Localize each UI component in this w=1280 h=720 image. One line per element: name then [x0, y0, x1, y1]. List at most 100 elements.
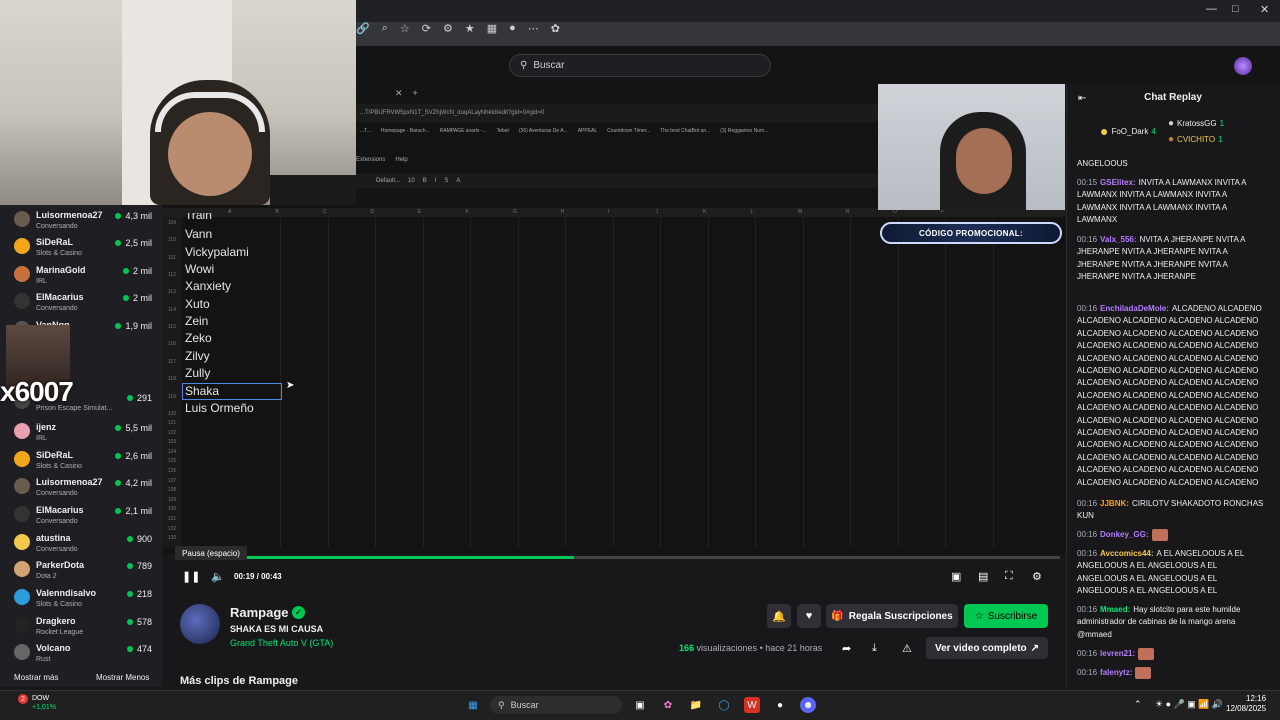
- folder-icon[interactable]: 📁: [688, 697, 704, 713]
- chat-username[interactable]: Avccomics44:: [1100, 549, 1154, 558]
- row-number[interactable]: 132: [162, 526, 182, 532]
- chat-username[interactable]: EnchiladaDeMole:: [1100, 304, 1169, 313]
- show-more-button[interactable]: Mostrar más: [14, 673, 58, 682]
- windows-start-icon[interactable]: ▦: [465, 697, 481, 713]
- row-number[interactable]: 131: [162, 516, 182, 522]
- sidebar-channel[interactable]: ElMacarius Conversando 2,1 mil: [0, 503, 162, 531]
- full-video-button[interactable]: Ver video completo ↗: [926, 637, 1048, 659]
- column-letter[interactable]: C: [323, 209, 327, 215]
- chat-username[interactable]: JJBNK:: [1100, 499, 1129, 508]
- tray-chevron-icon[interactable]: ⌃: [1134, 699, 1142, 710]
- row-number[interactable]: 115: [162, 324, 182, 330]
- extensions-icon[interactable]: ⚙: [443, 22, 453, 35]
- tray-icons[interactable]: ☀ ● 🎤 ▣ 📶 🔊: [1155, 699, 1223, 710]
- search-input[interactable]: ⚲ Buscar: [509, 54, 771, 77]
- pip-icon[interactable]: ▤: [978, 570, 988, 583]
- volume-icon[interactable]: 🔈: [211, 570, 225, 583]
- bookmark-item[interactable]: RAMPAGE avarts -...: [440, 128, 487, 134]
- sidebar-channel[interactable]: Dragkero Rocket League 578: [0, 614, 162, 642]
- sidebar-channel[interactable]: Luisormenoa27 Conversando 4,2 mil: [0, 475, 162, 503]
- sheet-cell[interactable]: Xanxiety: [185, 279, 231, 293]
- row-number[interactable]: 123: [162, 439, 182, 445]
- column-letter[interactable]: E: [418, 209, 421, 215]
- leader-entry[interactable]: ● FoO_Dark 4: [1100, 123, 1156, 139]
- row-number[interactable]: 120: [162, 411, 182, 417]
- column-letter[interactable]: J: [656, 209, 659, 215]
- refresh-icon[interactable]: ⟳: [422, 22, 431, 35]
- row-number[interactable]: 118: [162, 376, 182, 382]
- row-number[interactable]: 126: [162, 468, 182, 474]
- gift-subs-button[interactable]: 🎁 Regala Suscripciones: [826, 604, 958, 628]
- column-letter[interactable]: I: [608, 209, 609, 215]
- collections-icon[interactable]: ▦: [487, 22, 497, 35]
- chat-username[interactable]: levren21:: [1100, 649, 1135, 658]
- follow-button[interactable]: ♥: [797, 604, 821, 628]
- column-letter[interactable]: L: [751, 209, 754, 215]
- row-number[interactable]: 122: [162, 430, 182, 436]
- sheet-cell[interactable]: Wowi: [185, 262, 214, 276]
- row-number[interactable]: 130: [162, 506, 182, 512]
- zoom-icon[interactable]: ⌕: [382, 22, 388, 35]
- edge-icon[interactable]: ◯: [716, 697, 732, 713]
- row-number[interactable]: 121: [162, 420, 182, 426]
- site-logo[interactable]: [1234, 57, 1252, 75]
- row-number[interactable]: 111: [162, 255, 182, 261]
- copilot-icon[interactable]: ✿: [551, 22, 560, 35]
- copilot-icon[interactable]: ✿: [660, 697, 676, 713]
- row-number[interactable]: 110: [162, 237, 182, 243]
- sheet-cell[interactable]: Zeko: [185, 331, 212, 345]
- chat-username[interactable]: Valx_556:: [1100, 235, 1136, 244]
- row-number[interactable]: 127: [162, 478, 182, 484]
- bell-button[interactable]: 🔔: [767, 604, 791, 628]
- link-icon[interactable]: 🔗: [356, 22, 370, 35]
- report-icon[interactable]: ⚠: [902, 642, 912, 655]
- bookmark-item[interactable]: Tebet: [497, 128, 509, 134]
- settings-icon[interactable]: ⚙: [1032, 570, 1042, 583]
- row-number[interactable]: 114: [162, 307, 182, 313]
- row-number[interactable]: 116: [162, 341, 182, 347]
- show-less-button[interactable]: Mostrar Menos: [96, 673, 149, 682]
- sidebar-channel[interactable]: SiDeRaL Slots & Casino 2,6 mil: [0, 448, 162, 476]
- sheet-cell[interactable]: Train: [185, 213, 212, 221]
- row-number[interactable]: 113: [162, 289, 182, 295]
- sidebar-channel[interactable]: Valenndisalvo Slots & Casino 218: [0, 586, 162, 614]
- row-number[interactable]: 112: [162, 272, 182, 278]
- chat-username[interactable]: GSElitex:: [1100, 178, 1136, 187]
- sidebar-channel[interactable]: Luisormenoa27 Conversando 4,3 mil: [0, 208, 162, 236]
- task-view-icon[interactable]: ▣: [632, 697, 648, 713]
- sheet-cell[interactable]: Luis Ormeño: [185, 401, 254, 415]
- taskbar-clock[interactable]: 12:16 12/08/2025: [1226, 694, 1266, 714]
- row-number[interactable]: 109: [162, 220, 182, 226]
- sheet-cell[interactable]: Vann: [185, 227, 212, 241]
- download-icon[interactable]: ⤓: [872, 642, 877, 655]
- bookmark-item[interactable]: (36) Aventuras De A...: [519, 128, 568, 134]
- sheet-cell[interactable]: Vickypalami: [185, 245, 249, 259]
- row-number[interactable]: 128: [162, 487, 182, 493]
- bookmark-item[interactable]: The best ChatBot an...: [660, 128, 710, 134]
- column-letter[interactable]: N: [846, 209, 850, 215]
- column-letter[interactable]: A: [228, 209, 231, 215]
- row-number[interactable]: 125: [162, 458, 182, 464]
- sidebar-channel[interactable]: ElMacarius Conversando 2 mil: [0, 290, 162, 318]
- clip-game[interactable]: Grand Theft Auto V (GTA): [230, 638, 333, 648]
- profile-icon[interactable]: ●: [509, 22, 516, 35]
- row-number[interactable]: 129: [162, 497, 182, 503]
- column-letter[interactable]: K: [703, 209, 706, 215]
- share-icon[interactable]: ➦: [842, 642, 851, 655]
- sidebar-channel[interactable]: ijenz IRL 5,5 mil: [0, 420, 162, 448]
- sidebar-channel[interactable]: Volcano Rust 474: [0, 641, 162, 669]
- sheet-cell[interactable]: Xuto: [185, 297, 210, 311]
- subscribe-button[interactable]: ☆ Suscribirse: [964, 604, 1048, 628]
- bookmark-item[interactable]: ...T...: [360, 128, 371, 134]
- column-letter[interactable]: D: [371, 209, 375, 215]
- sheet-menu-item[interactable]: Extensions: [356, 157, 385, 167]
- more-icon[interactable]: ⋯: [528, 22, 539, 35]
- column-letter[interactable]: M: [798, 209, 802, 215]
- channel-name[interactable]: Rampage: [230, 605, 289, 620]
- obs-icon[interactable]: ●: [772, 697, 788, 713]
- pause-icon[interactable]: ❚❚: [182, 570, 200, 583]
- channel-avatar[interactable]: [180, 604, 220, 644]
- sidebar-channel[interactable]: atustina Conversando 900: [0, 531, 162, 559]
- close-icon[interactable]: ✕: [1260, 3, 1269, 16]
- maximize-icon[interactable]: □: [1232, 3, 1239, 15]
